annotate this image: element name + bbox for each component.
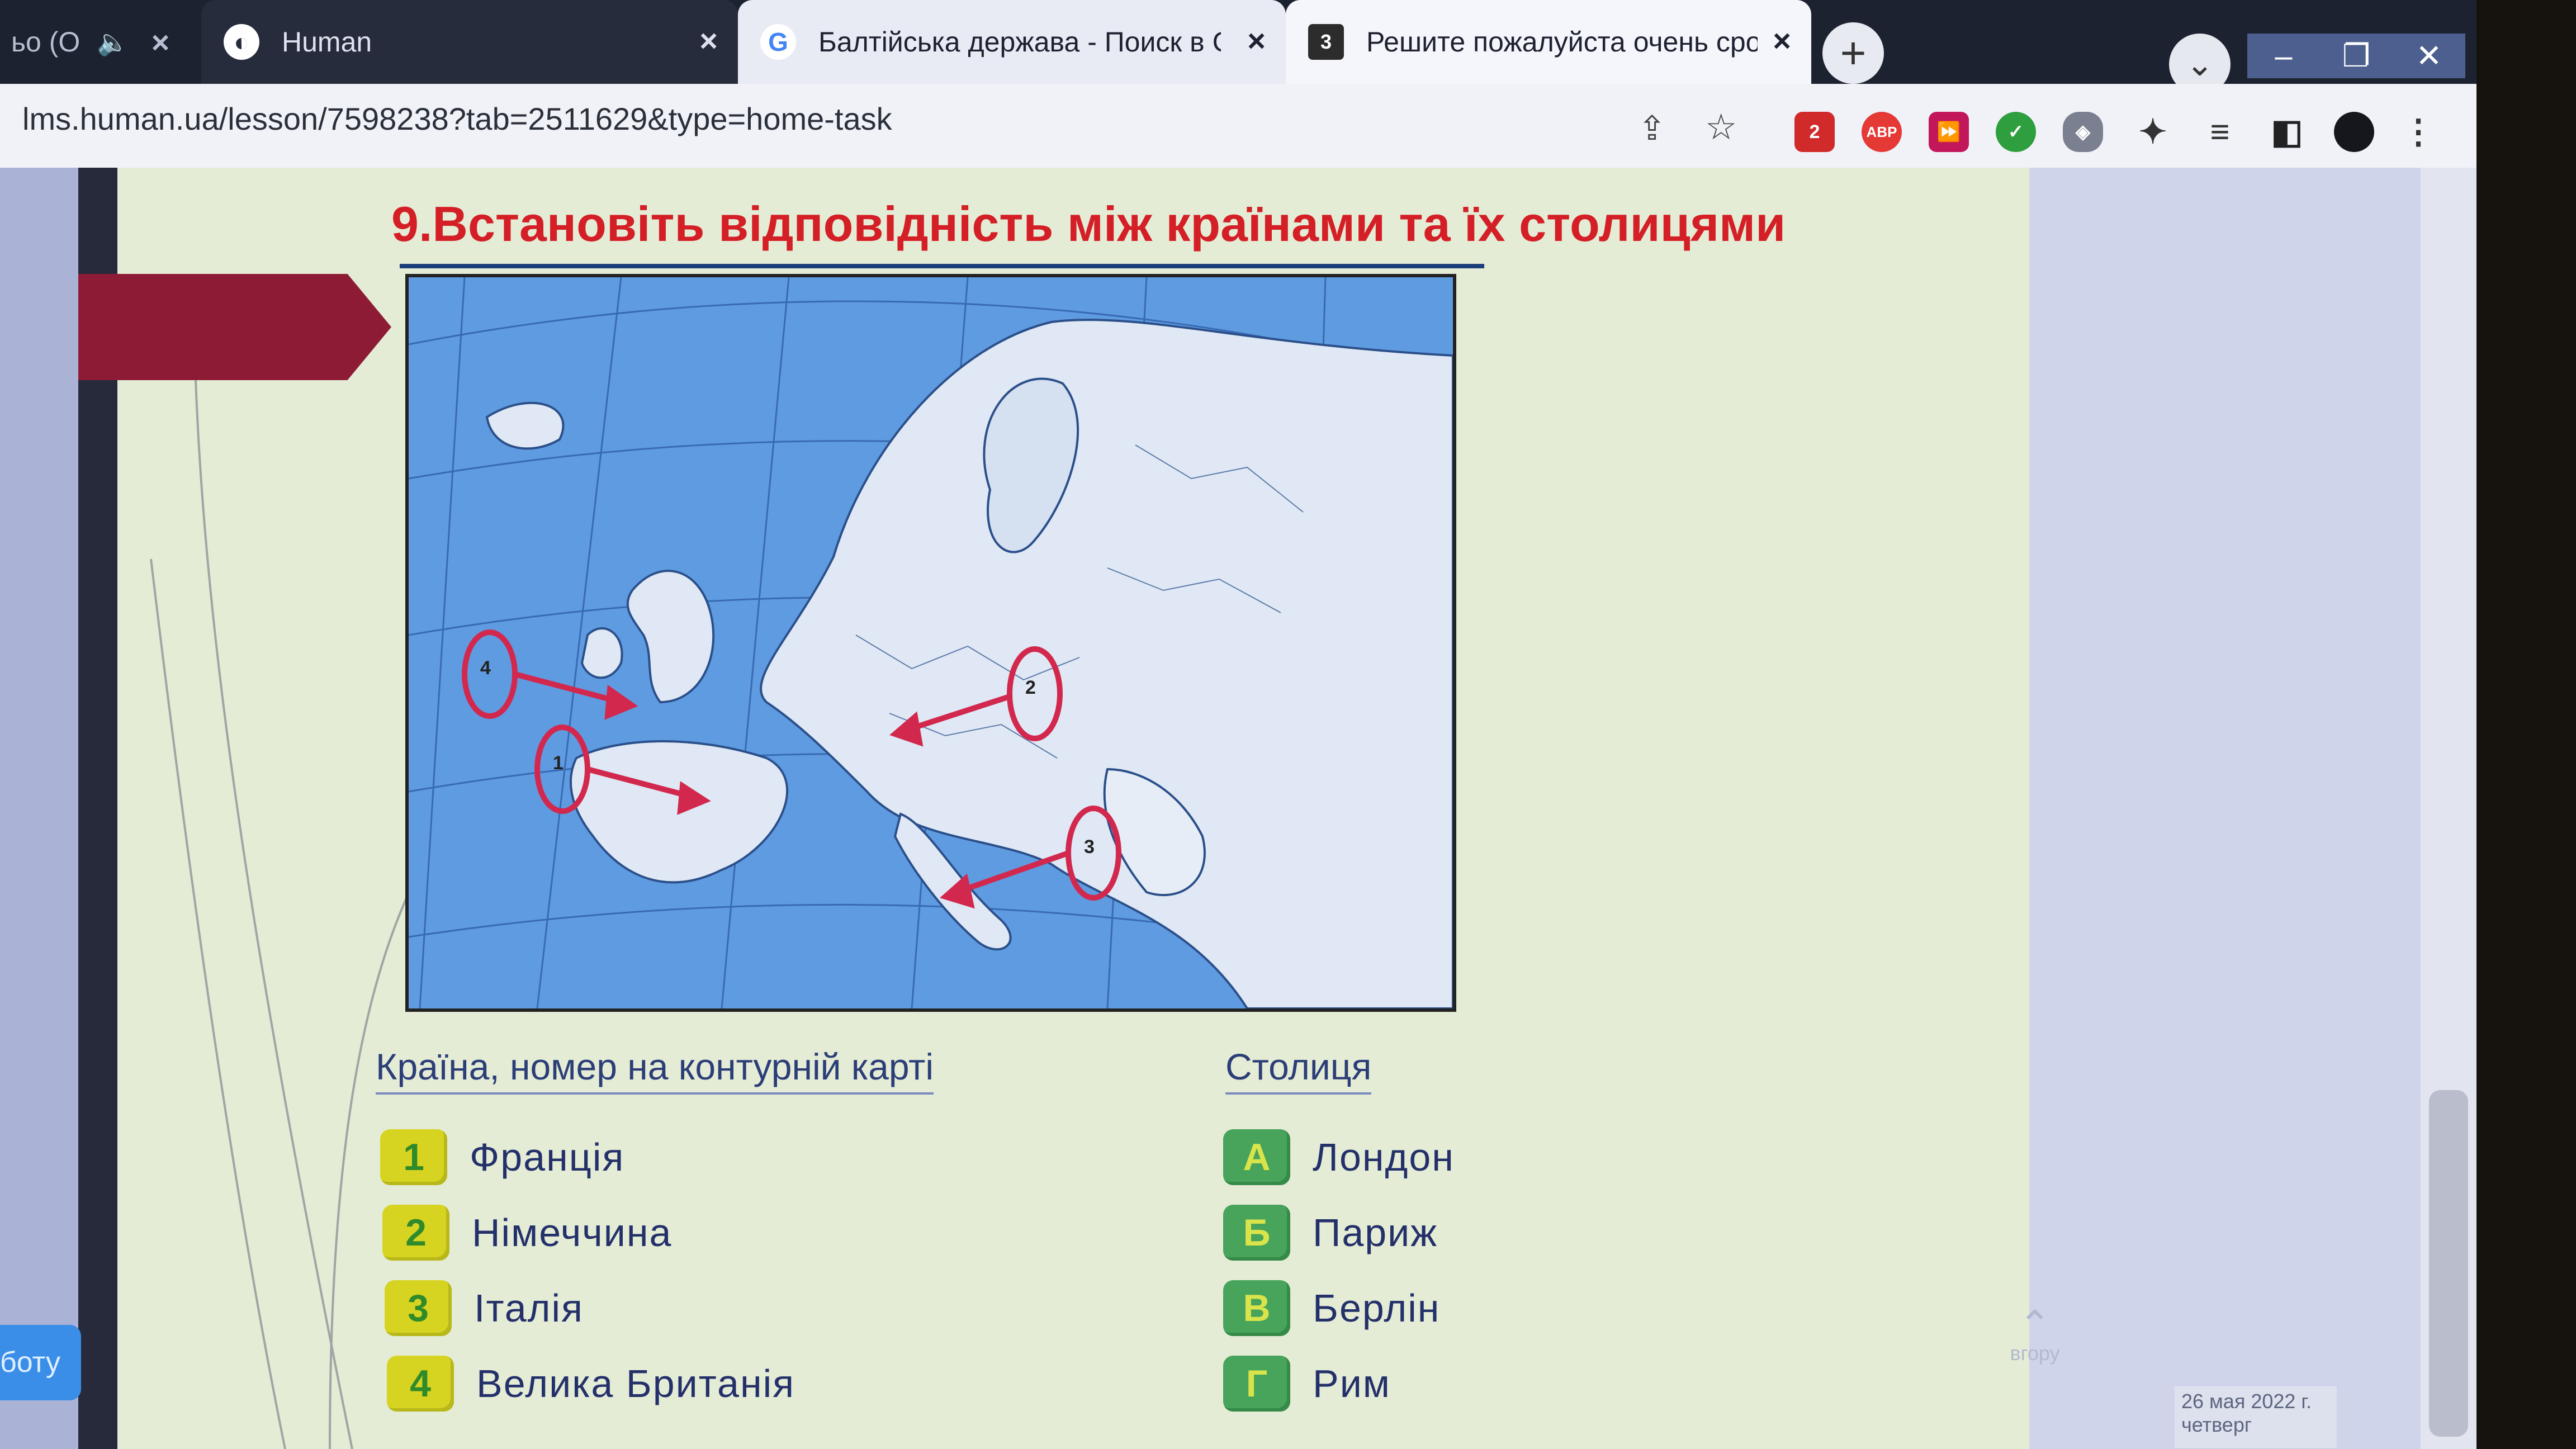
number-badge: 4: [387, 1356, 454, 1412]
countries-header: Країна, номер на контурній карті: [376, 1045, 934, 1095]
adblock-label: ABP: [1866, 124, 1897, 140]
media-ext-icon[interactable]: ⏩: [1929, 112, 1969, 152]
capital-name: Берлін: [1313, 1286, 1441, 1330]
country-name: Німеччина: [472, 1211, 673, 1254]
task-title: 9.Встановіть відповідність між країнами …: [391, 196, 1786, 252]
map-label-1: 1: [553, 752, 564, 774]
reading-list-icon[interactable]: ≡: [2200, 112, 2240, 152]
letter-badge: Б: [1223, 1205, 1290, 1261]
map-label-2: 2: [1025, 677, 1036, 698]
speaker-icon: 🔈: [97, 27, 129, 56]
capital-name: Лондон: [1313, 1135, 1455, 1179]
close-icon[interactable]: ×: [1247, 22, 1266, 59]
letter-badge: А: [1223, 1129, 1290, 1185]
weekday-text: четверг: [2181, 1413, 2252, 1436]
country-name: Франція: [470, 1135, 625, 1179]
check-ext-icon[interactable]: ✓: [1996, 112, 2036, 152]
slide-banner: [78, 274, 391, 380]
country-row: 4 Велика Британія: [387, 1356, 795, 1412]
tab-title: Балтійська держава - Поиск в Google: [818, 26, 1221, 58]
scrollbar-thumb[interactable]: [2429, 1090, 2468, 1437]
letter-badge: Г: [1223, 1356, 1290, 1412]
map-label-3: 3: [1084, 836, 1095, 858]
map-label-4: 4: [480, 657, 491, 679]
ext-badge-count: 2: [1809, 121, 1820, 143]
right-panel: [2029, 168, 2421, 1449]
monitor-bezel: [2476, 0, 2576, 1449]
puzzle-extensions-icon[interactable]: ✦: [2133, 112, 2173, 152]
restore-button[interactable]: ❐: [2320, 34, 2393, 78]
map-graphic: [409, 277, 1453, 1008]
tab-human[interactable]: ◐ Human ×: [201, 0, 738, 84]
country-row: 1 Франція: [380, 1129, 624, 1185]
url-field[interactable]: lms.human.ua/lesson/7598238?tab=2511629&…: [22, 101, 892, 137]
left-navigation: [0, 168, 78, 1449]
address-bar: lms.human.ua/lesson/7598238?tab=2511629&…: [0, 84, 2476, 168]
capital-row: Г Рим: [1223, 1356, 1391, 1412]
new-tab-button[interactable]: +: [1822, 22, 1884, 84]
bookmark-star-icon[interactable]: ☆: [1705, 106, 1737, 148]
close-icon[interactable]: ×: [151, 24, 170, 60]
capitals-header: Столиця: [1225, 1045, 1372, 1095]
title-underline: [400, 264, 1484, 268]
taskbar-date: 26 мая 2022 г. четверг: [2175, 1386, 2337, 1448]
chevron-up-icon: ⌃: [2018, 1303, 2052, 1347]
tab-title: Решите пожалуйста очень срочно: [1366, 26, 1758, 58]
side-action-button[interactable]: боту: [0, 1325, 81, 1400]
scroll-to-top-button[interactable]: ⌃ вгору: [1990, 1303, 2080, 1365]
ext-badge-icon[interactable]: 2: [1794, 112, 1835, 152]
browser-tab-strip: ьо (О 🔈 × ◐ Human × G Балтійська держава…: [0, 0, 2476, 95]
letter-badge: В: [1223, 1280, 1290, 1336]
europe-contour-map: 4 1 2 3: [405, 274, 1456, 1012]
menu-dots-icon[interactable]: ⋮: [2398, 112, 2438, 152]
page-area: 9.Встановіть відповідність між країнами …: [0, 168, 2476, 1449]
shield-icon[interactable]: ◈: [2063, 112, 2103, 152]
google-icon: G: [760, 24, 796, 60]
number-badge: 1: [380, 1129, 447, 1185]
number-badge: 2: [382, 1205, 449, 1261]
adblock-icon[interactable]: ABP: [1862, 112, 1902, 152]
close-window-button[interactable]: ✕: [2393, 34, 2465, 78]
country-name: Велика Британія: [476, 1362, 795, 1405]
tab-title: ьо (О: [11, 26, 80, 58]
side-panel-icon[interactable]: ◧: [2267, 112, 2307, 152]
page-3-icon: 3: [1308, 24, 1344, 60]
close-icon[interactable]: ×: [1773, 22, 1791, 59]
tab-active-question[interactable]: 3 Решите пожалуйста очень срочно ×: [1286, 0, 1811, 84]
to-top-label: вгору: [2010, 1342, 2060, 1365]
number-badge: 3: [385, 1280, 452, 1336]
capital-row: В Берлін: [1223, 1280, 1440, 1336]
country-row: 3 Італія: [385, 1280, 584, 1336]
human-logo-icon: ◐: [224, 24, 259, 60]
country-row: 2 Німеччина: [382, 1205, 672, 1261]
capital-name: Рим: [1313, 1362, 1391, 1405]
profile-avatar[interactable]: [2334, 112, 2374, 152]
tab-partial[interactable]: ьо (О 🔈 ×: [0, 0, 201, 84]
close-icon[interactable]: ×: [699, 22, 718, 59]
minimize-button[interactable]: –: [2247, 34, 2320, 78]
date-text: 26 мая 2022 г.: [2181, 1390, 2312, 1413]
country-name: Італія: [474, 1286, 584, 1330]
share-icon[interactable]: ⇪: [1638, 109, 1666, 148]
capital-name: Париж: [1313, 1211, 1438, 1254]
tab-google-search[interactable]: G Балтійська держава - Поиск в Google ×: [738, 0, 1286, 84]
capital-row: Б Париж: [1223, 1205, 1438, 1261]
tab-title: Human: [282, 26, 372, 58]
capital-row: А Лондон: [1223, 1129, 1455, 1185]
